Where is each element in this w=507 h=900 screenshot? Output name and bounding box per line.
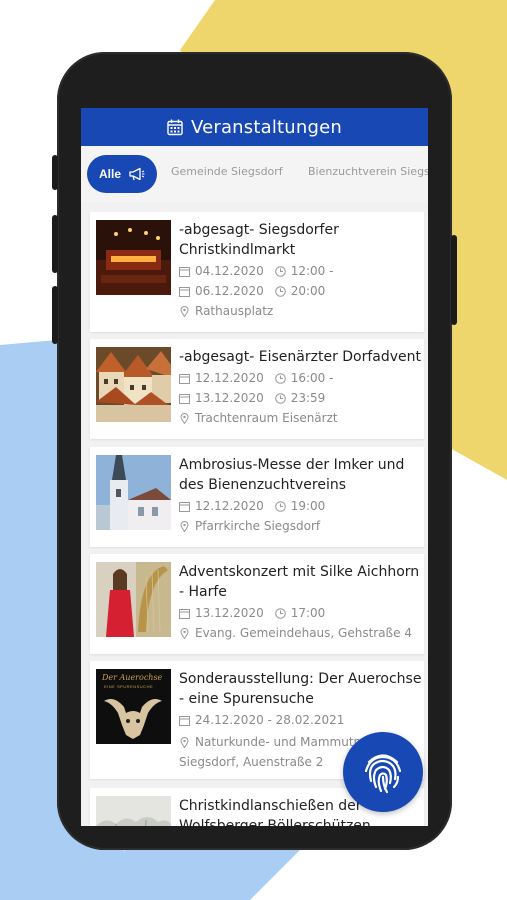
event-title: Ambrosius-Messe der Imker und des Bienen… [179, 457, 405, 493]
event-card[interactable]: Ambrosius-Messe der Imker und des Bienen… [90, 447, 424, 547]
event-location-row: Trachtenraum Eisenärzt [179, 411, 338, 425]
location-pin-icon [180, 736, 189, 748]
tab-alle-label: Alle [98, 167, 121, 181]
tab-bienenzuchtverein[interactable]: Bienzuchtverein Siegsdorf [308, 165, 428, 178]
calendar-icon [179, 715, 190, 726]
clock-icon [274, 607, 286, 619]
location-pin-icon [180, 520, 189, 532]
event-date-row: 24.12.2020 - 28.02.2021 [179, 713, 344, 727]
event-location-row: Rathausplatz [179, 304, 273, 318]
clock-icon [274, 265, 286, 277]
location-pin-icon [180, 305, 189, 317]
phone-side-button [52, 286, 58, 344]
event-thumbnail [96, 562, 171, 637]
calendar-icon [179, 373, 190, 384]
event-date: 24.12.2020 - 28.02.2021 [195, 713, 345, 727]
calendar-icon [179, 266, 190, 277]
event-title: Adventskonzert mit Silke Aichhorn - Harf… [179, 564, 420, 600]
event-date-end-row: 06.12.2020 20:00 [179, 284, 325, 298]
event-date: 12.12.2020 [195, 371, 264, 385]
fingerprint-icon [364, 754, 402, 794]
clock-icon [274, 392, 286, 404]
page-title: Veranstaltungen [190, 116, 343, 138]
event-date: 06.12.2020 [195, 284, 264, 298]
event-time: 16:00 - [290, 371, 334, 385]
event-thumbnail [96, 796, 171, 826]
event-time: 20:00 [290, 284, 326, 298]
event-location: Pfarrkirche Siegsdorf [195, 519, 321, 533]
calendar-icon [179, 393, 190, 404]
calendar-icon [179, 501, 190, 512]
event-location: Trachtenraum Eisenärzt [195, 411, 338, 425]
event-date-start-row: 04.12.2020 12:00 - [179, 264, 333, 278]
phone-side-button [451, 235, 457, 325]
event-card[interactable]: -abgesagt- Siegsdorfer Christkindlmarkt … [90, 212, 424, 332]
phone-side-button [52, 215, 58, 273]
app-header: Veranstaltungen [81, 108, 428, 146]
event-thumbnail: Der Auerochse EINE SPURENSUCHE [96, 669, 171, 744]
phone-side-button [52, 155, 58, 190]
megaphone-icon [129, 167, 145, 181]
tab-alle[interactable]: Alle [87, 155, 157, 193]
clock-icon [274, 285, 286, 297]
calendar-icon [179, 608, 190, 619]
event-date-end-row: 13.12.2020 23:59 [179, 391, 325, 405]
event-location: Rathausplatz [195, 304, 274, 318]
event-location: Siegsdorf, Auenstraße 2 [179, 755, 324, 769]
location-pin-icon [180, 627, 189, 639]
calendar-icon [167, 119, 183, 135]
event-location: Evang. Gemeindehaus, Gehstraße 4 [195, 626, 412, 640]
clock-icon [274, 500, 286, 512]
fingerprint-button[interactable] [343, 732, 423, 812]
event-thumbnail [96, 220, 171, 295]
event-card[interactable]: Adventskonzert mit Silke Aichhorn - Harf… [90, 554, 424, 654]
event-date-start-row: 12.12.2020 16:00 - [179, 371, 333, 385]
event-location-row: Pfarrkirche Siegsdorf [179, 519, 320, 533]
location-pin-icon [180, 412, 189, 424]
event-time: 23:59 [290, 391, 326, 405]
category-tabs: Alle Gemeinde Siegsdorf Bienzuchtverein … [81, 146, 428, 202]
event-title: -abgesagt- Siegsdorfer Christkindlmarkt [179, 222, 339, 258]
event-time: 17:00 [290, 606, 326, 620]
event-title: -abgesagt- Eisenärzter Dorfadvent [179, 349, 422, 365]
calendar-icon [179, 286, 190, 297]
event-location-row: Naturkunde- und Mammutm [179, 735, 365, 749]
app-screen: Veranstaltungen Alle Gemeinde Siegsdorf … [81, 108, 428, 826]
event-location-line2: Siegsdorf, Auenstraße 2 [179, 755, 323, 769]
event-date-row: 13.12.2020 17:00 [179, 606, 325, 620]
event-location: Naturkunde- und Mammutm [195, 735, 366, 749]
event-thumbnail [96, 455, 171, 530]
event-date: 12.12.2020 [195, 499, 264, 513]
tab-gemeinde-siegsdorf[interactable]: Gemeinde Siegsdorf [171, 165, 283, 178]
event-location-row: Evang. Gemeindehaus, Gehstraße 4 [179, 626, 412, 640]
event-date-row: 12.12.2020 19:00 [179, 499, 325, 513]
event-thumbnail [96, 347, 171, 422]
event-time: 12:00 - [290, 264, 334, 278]
event-date: 13.12.2020 [195, 391, 264, 405]
event-card[interactable]: -abgesagt- Eisenärzter Dorfadvent 12.12.… [90, 339, 424, 439]
clock-icon [274, 372, 286, 384]
event-title: Sonderausstellung: Der Auerochse - eine … [179, 671, 422, 707]
event-date: 13.12.2020 [195, 606, 264, 620]
event-time: 19:00 [290, 499, 326, 513]
event-date: 04.12.2020 [195, 264, 264, 278]
